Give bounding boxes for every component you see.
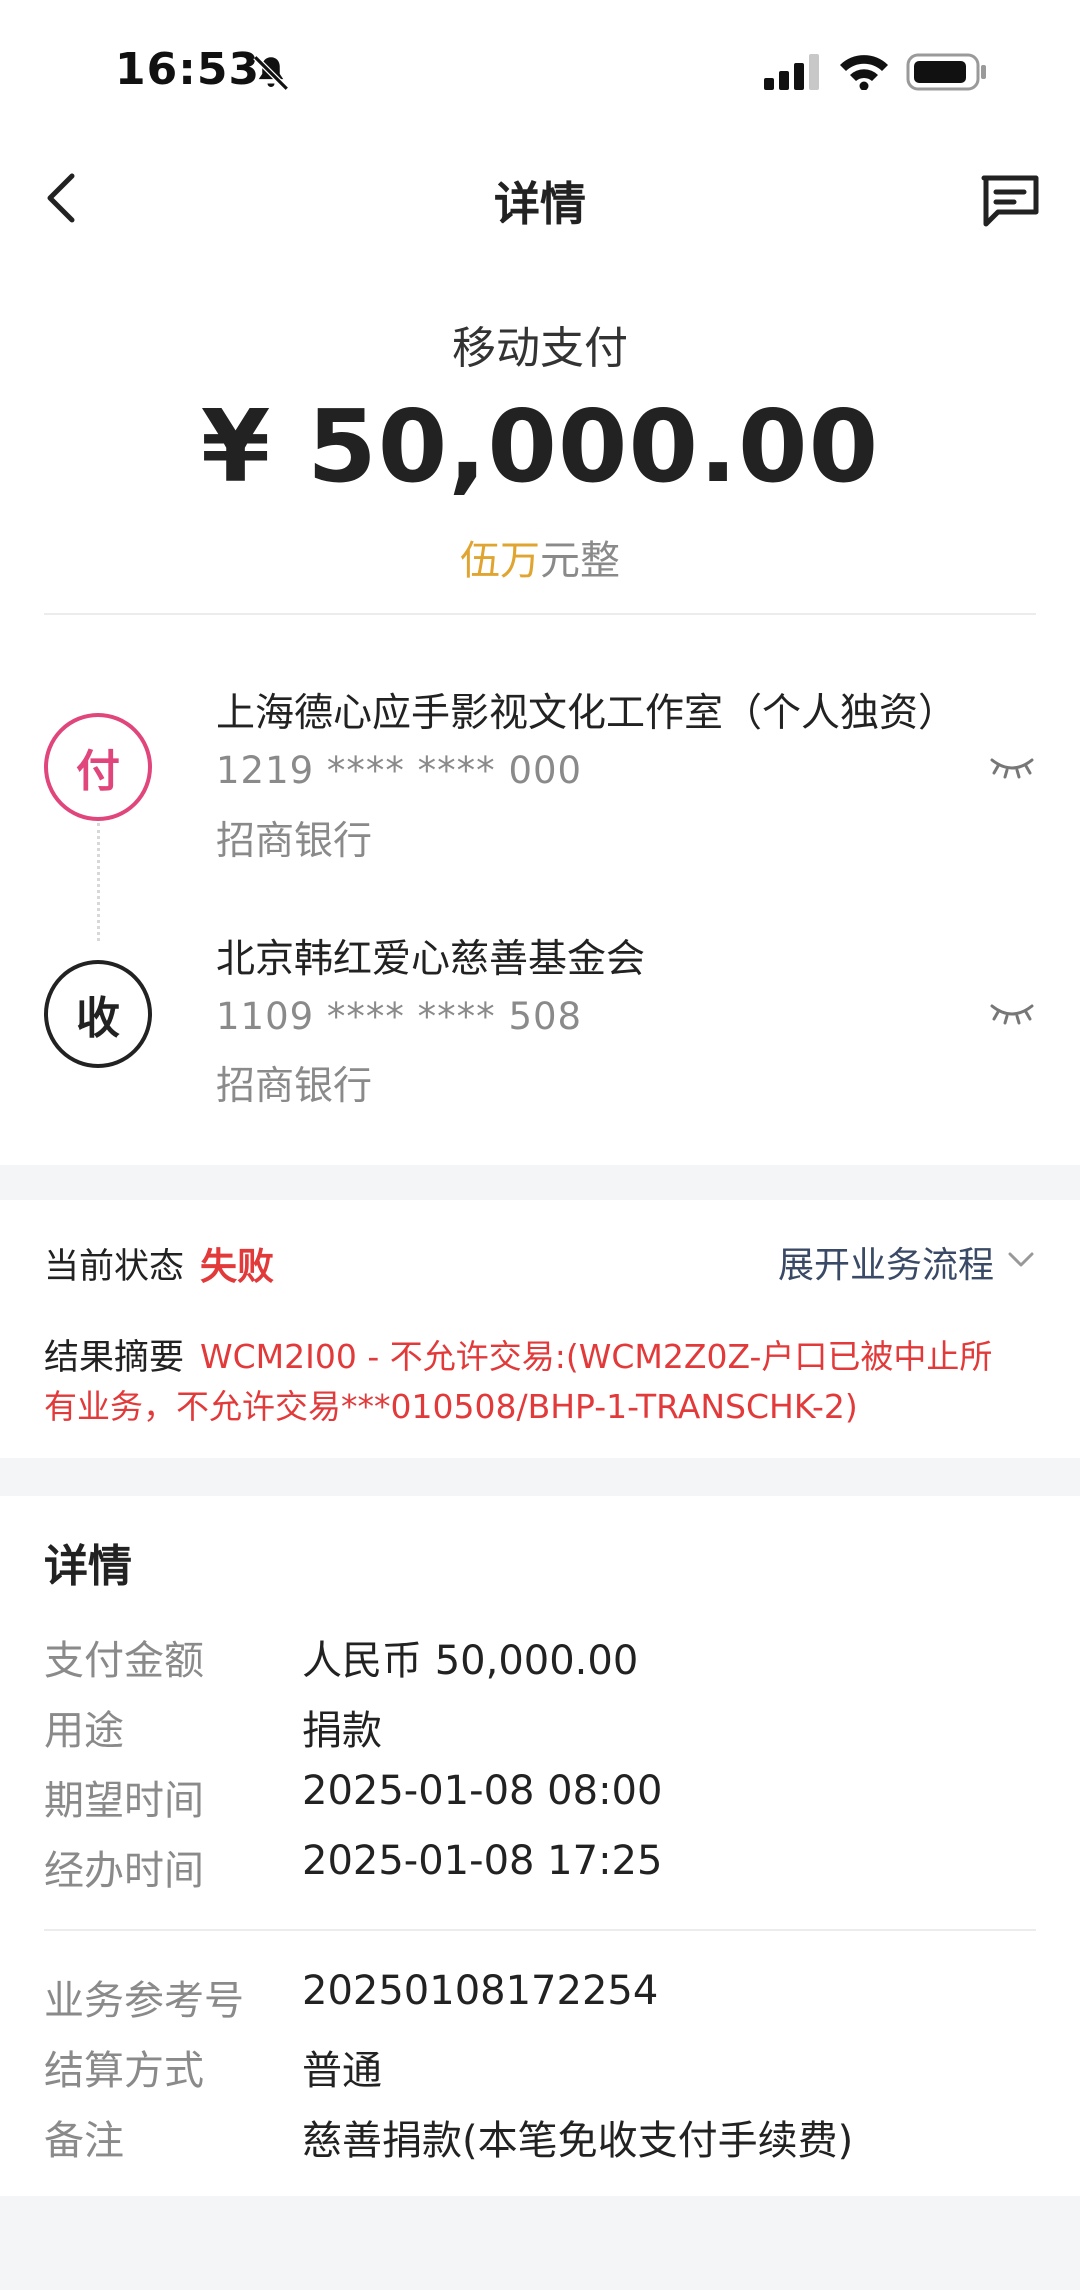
detail-label-remark: 备注 (44, 2118, 124, 2164)
divider (44, 613, 1036, 615)
detail-value-reference-no: 20250108172254 (302, 1968, 659, 2014)
connector-line (97, 823, 100, 941)
status-time: 16:53 (115, 44, 261, 95)
detail-value-remark: 慈善捐款(本笔免收支付手续费) (302, 2118, 854, 2164)
result-summary-line-2: 有业务，不允许交易***010508/BHP-1-TRANSCHK-2) (44, 1387, 858, 1426)
wifi-icon (840, 55, 888, 90)
details-title: 详情 (44, 1541, 132, 1592)
amount-in-words-highlight: 伍万 (460, 538, 540, 584)
detail-value-handling-time: 2025-01-08 17:25 (302, 1838, 663, 1884)
detail-label-amount: 支付金额 (44, 1638, 204, 1684)
payer-name: 上海德心应手影视文化工作室（个人独资） (216, 691, 958, 736)
detail-label-expected-time: 期望时间 (44, 1778, 204, 1824)
detail-label-reference-no: 业务参考号 (44, 1978, 244, 2024)
result-summary-line-1: WCM2I00 - 不允许交易:(WCM2Z0Z-户口已被中止所 (200, 1337, 993, 1376)
battery-icon (906, 53, 986, 91)
payee-badge: 收 (44, 960, 152, 1068)
status-label: 当前状态 (44, 1247, 185, 1287)
detail-value-amount: 人民币 50,000.00 (302, 1638, 639, 1684)
payment-type: 移动支付 (452, 323, 628, 374)
result-summary-label: 结果摘要 (44, 1338, 185, 1378)
payer-badge: 付 (44, 713, 152, 821)
amount-in-words: 伍万元整 (0, 528, 1080, 586)
message-icon[interactable] (978, 172, 1042, 228)
payee-name: 北京韩红爱心慈善基金会 (216, 937, 646, 982)
amount-in-words-rest: 元整 (540, 538, 620, 584)
chevron-down-icon (1008, 1252, 1034, 1267)
detail-label-handling-time: 经办时间 (44, 1848, 204, 1894)
detail-value-purpose: 捐款 (302, 1708, 382, 1754)
bell-off-icon (253, 55, 289, 91)
detail-value-settlement: 普通 (302, 2048, 382, 2094)
eye-closed-icon[interactable] (990, 756, 1034, 780)
expand-process-label: 展开业务流程 (778, 1245, 995, 1286)
payee-bank: 招商银行 (216, 1064, 373, 1109)
page-title: 详情 (494, 177, 586, 231)
detail-label-settlement: 结算方式 (44, 2048, 204, 2094)
status-value: 失败 (200, 1245, 274, 1288)
payer-bank: 招商银行 (216, 819, 373, 864)
detail-value-expected-time: 2025-01-08 08:00 (302, 1768, 663, 1814)
eye-closed-icon[interactable] (990, 1002, 1034, 1026)
divider (44, 1929, 1036, 1931)
expand-process-button[interactable]: 展开业务流程 (760, 1236, 1040, 1286)
amount: ¥ 50,000.00 (200, 388, 880, 505)
payer-account: 1219 **** **** 000 (216, 749, 583, 792)
detail-label-purpose: 用途 (44, 1708, 124, 1754)
signal-icon (764, 54, 819, 90)
payee-account: 1109 **** **** 508 (216, 995, 583, 1038)
